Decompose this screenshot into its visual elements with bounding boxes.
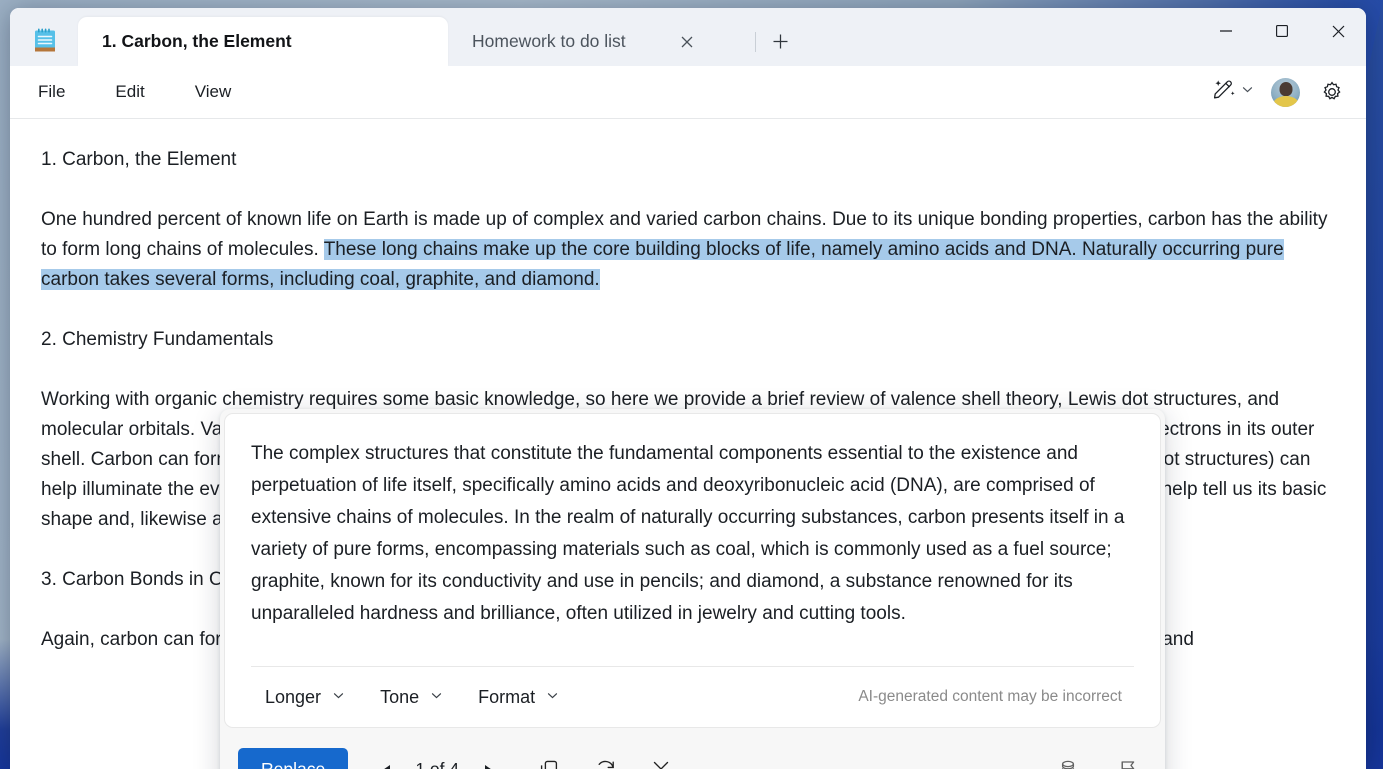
maximize-icon[interactable]: [1254, 8, 1310, 54]
minimize-icon[interactable]: [1198, 8, 1254, 54]
ai-action-bar: Replace 1 of 4: [220, 732, 1165, 769]
doc-heading-2-text: 2. Chemistry Fundamentals: [41, 329, 273, 350]
flag-icon[interactable]: [1107, 750, 1149, 769]
doc-heading-2: 2. Chemistry Fundamentals: [41, 325, 1336, 355]
menu-item-edit[interactable]: Edit: [113, 78, 146, 106]
ai-rewrite-button[interactable]: [1208, 74, 1259, 111]
refresh-icon[interactable]: [584, 750, 626, 769]
title-bar: 1. Carbon, the Element Homework to do li…: [10, 8, 1366, 66]
tone-dropdown-label: Tone: [380, 682, 419, 712]
menu-bar-right-actions: [1208, 66, 1352, 118]
notepad-window: 1. Carbon, the Element Homework to do li…: [10, 8, 1366, 769]
magic-pen-icon: [1212, 77, 1238, 108]
replace-button[interactable]: Replace: [238, 748, 348, 769]
notepad-icon: [32, 27, 58, 55]
credits-stack-icon[interactable]: [1047, 750, 1089, 769]
ai-options-row: Longer Tone Format: [251, 666, 1134, 727]
format-dropdown[interactable]: Format: [468, 676, 570, 718]
close-icon[interactable]: [1310, 8, 1366, 54]
menu-item-view[interactable]: View: [193, 78, 234, 106]
ai-result-card: The complex structures that constitute t…: [224, 413, 1161, 728]
menu-bar: File Edit View: [10, 66, 1366, 119]
tab-label: 1. Carbon, the Element: [102, 31, 292, 52]
length-dropdown-label: Longer: [265, 682, 321, 712]
tab-separator: [755, 32, 756, 52]
tab-carbon-the-element[interactable]: 1. Carbon, the Element: [78, 17, 448, 66]
ai-meta-actions: [1047, 750, 1149, 769]
format-dropdown-label: Format: [478, 682, 535, 712]
previous-suggestion-button[interactable]: [370, 752, 404, 769]
doc-heading-1-text: 1. Carbon, the Element: [41, 149, 236, 170]
new-tab-button[interactable]: [763, 24, 797, 58]
document-text-area[interactable]: 1. Carbon, the Element One hundred perce…: [10, 119, 1366, 769]
suggestion-counter: 1 of 4: [404, 754, 470, 769]
ai-rewrite-popup: The complex structures that constitute t…: [220, 409, 1165, 769]
ai-disclaimer-text: AI-generated content may be incorrect: [858, 682, 1122, 712]
close-icon[interactable]: [640, 750, 682, 769]
chevron-down-icon: [331, 682, 346, 712]
user-avatar[interactable]: [1271, 78, 1300, 107]
window-controls: [1198, 8, 1366, 54]
chevron-down-icon: [1240, 82, 1255, 102]
ai-generated-text[interactable]: The complex structures that constitute t…: [251, 438, 1134, 636]
doc-paragraph-1: One hundred percent of known life on Ear…: [41, 205, 1336, 295]
gear-icon[interactable]: [1312, 73, 1352, 111]
tab-close-icon[interactable]: [672, 27, 702, 57]
tab-homework-to-do-list[interactable]: Homework to do list: [448, 17, 748, 66]
menu-item-file[interactable]: File: [36, 78, 67, 106]
tone-dropdown[interactable]: Tone: [370, 676, 454, 718]
chevron-down-icon: [429, 682, 444, 712]
chevron-down-icon: [545, 682, 560, 712]
length-dropdown-longer[interactable]: Longer: [255, 676, 356, 718]
tab-strip: 1. Carbon, the Element Homework to do li…: [78, 14, 797, 66]
tab-label: Homework to do list: [472, 31, 626, 52]
doc-heading-1: 1. Carbon, the Element: [41, 145, 1336, 175]
next-suggestion-button[interactable]: [470, 752, 504, 769]
copy-icon[interactable]: [528, 750, 570, 769]
